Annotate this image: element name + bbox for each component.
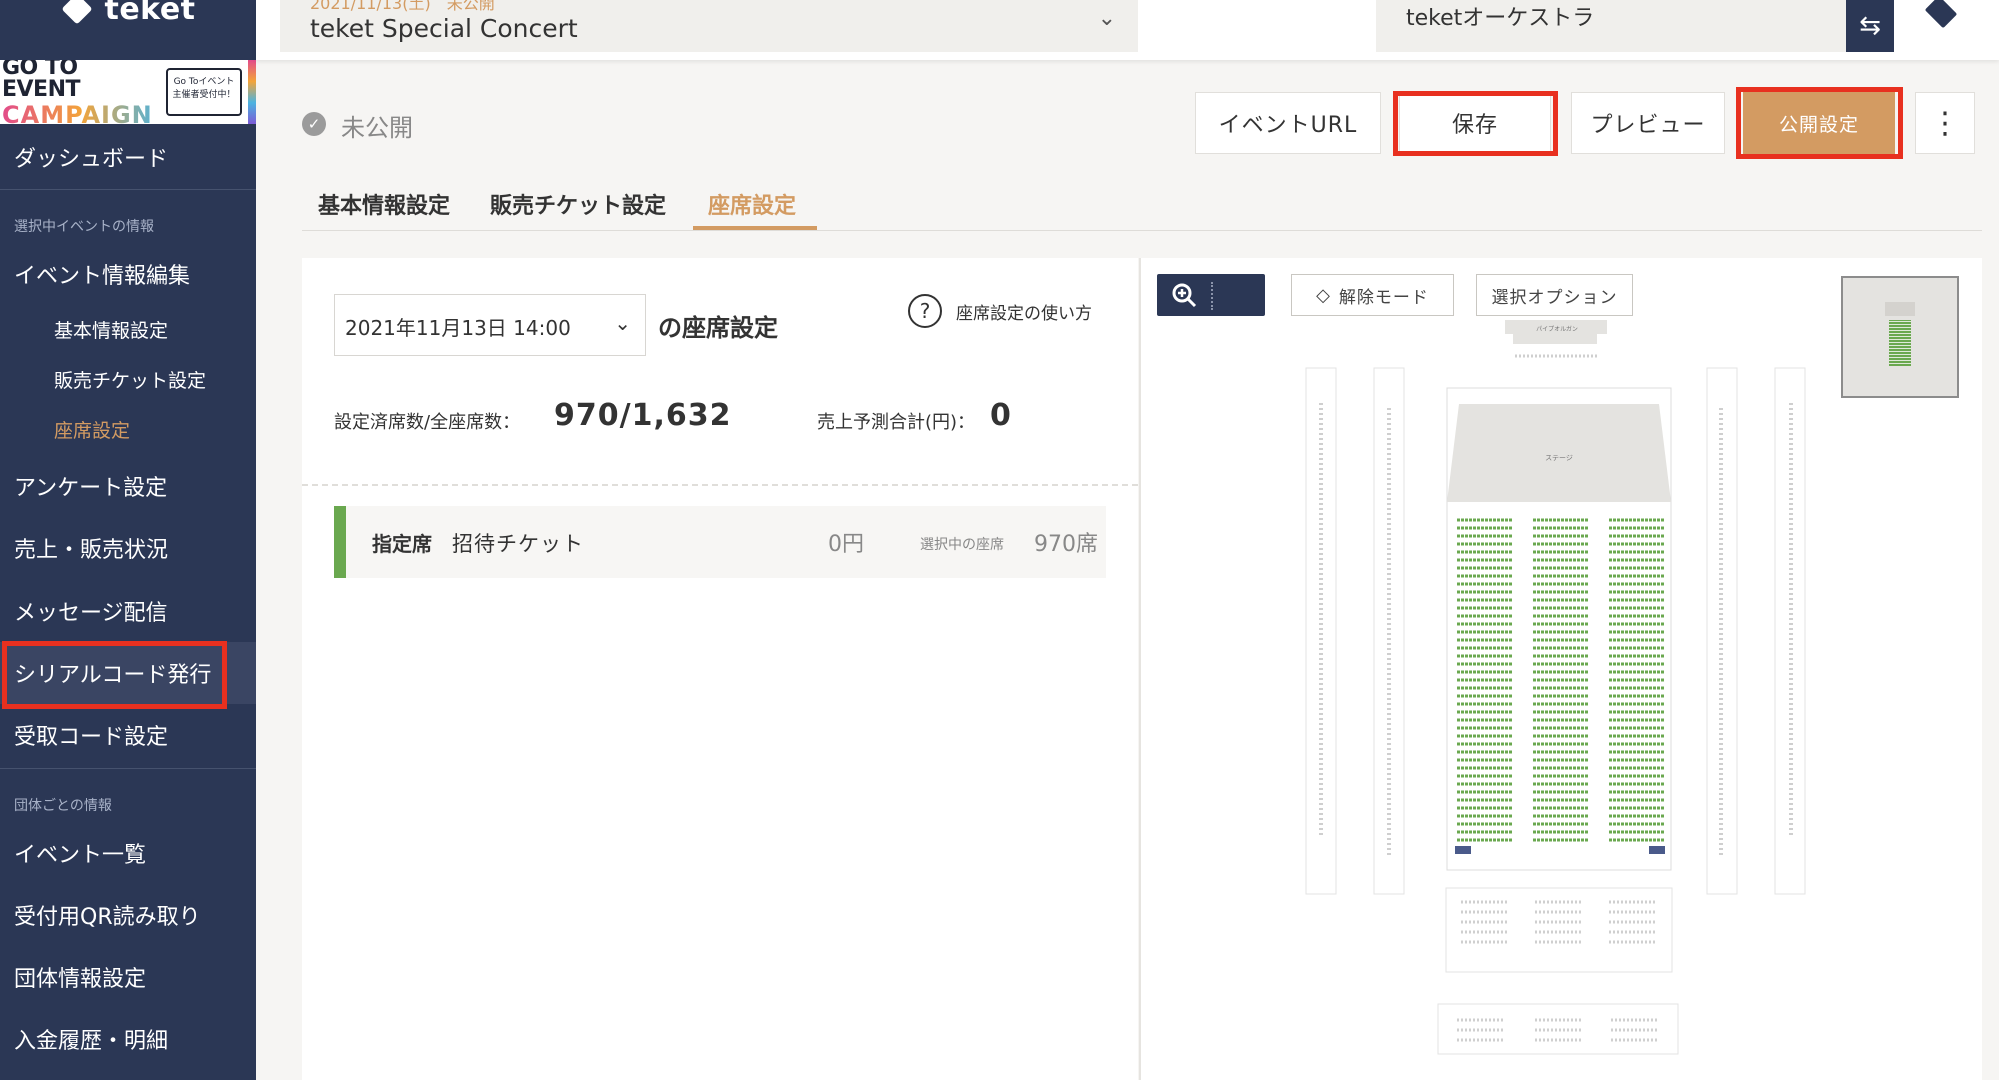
ticket-color-bar xyxy=(334,506,346,578)
banner-badge-line2: 主催者受付中！ xyxy=(172,90,236,100)
seat-map-panel: ◇ 解除モード 選択オプション ステージ パイプオルガン xyxy=(1139,258,1982,1080)
seat-minimap[interactable] xyxy=(1841,276,1959,398)
tab-seat-settings[interactable]: 座席設定 xyxy=(708,188,796,220)
performance-date-select[interactable]: 2021年11月13日 14:00 ⌄ xyxy=(334,294,646,356)
sidebar-section-event: 選択中イベントの情報 xyxy=(14,219,154,235)
event-name: teket Special Concert xyxy=(310,14,578,43)
sidebar-item-org-settings[interactable]: 団体情報設定 xyxy=(0,946,256,1008)
sales-forecast-label: 売上予測合計(円)： xyxy=(817,412,976,433)
ticket-name: 招待チケット xyxy=(452,532,584,556)
seat-count-label: 設定済席数/全座席数： xyxy=(334,412,521,433)
seat-help-link[interactable]: ? 座席設定の使い方 xyxy=(908,294,1092,328)
sales-forecast-value: 0 xyxy=(990,398,1011,433)
swap-arrows-icon: ⇆ xyxy=(1859,11,1881,41)
sidebar-item-message[interactable]: メッセージ配信 xyxy=(0,580,256,642)
sidebar-subitem-ticket[interactable]: 販売チケット設定 xyxy=(0,355,256,403)
save-highlight-box xyxy=(1393,91,1558,156)
balcony-left-inner xyxy=(1373,367,1405,895)
banner-line1: GO TO EVENT xyxy=(2,60,81,102)
balcony-left-outer xyxy=(1305,367,1337,895)
rear-seat-rows xyxy=(1457,900,1659,1042)
check-circle-icon: ✓ xyxy=(302,112,326,136)
preview-button[interactable]: プレビュー xyxy=(1571,92,1725,154)
sidebar-item-sales[interactable]: 売上・販売状況 xyxy=(0,517,256,579)
pipe-organ-base xyxy=(1513,334,1597,344)
accessible-seat-marker xyxy=(1649,846,1665,854)
sidebar-item-qr-reader[interactable]: 受付用QR読み取り xyxy=(0,884,256,946)
balcony-right-outer xyxy=(1774,367,1806,895)
minimap-stage xyxy=(1885,302,1915,316)
sidebar-item-event-edit[interactable]: イベント情報編集 xyxy=(0,243,256,305)
sidebar-subitem-basic[interactable]: 基本情報設定 xyxy=(0,305,256,353)
tab-ticket-settings[interactable]: 販売チケット設定 xyxy=(490,188,666,220)
logo-text: teket xyxy=(104,0,196,27)
sidebar-divider xyxy=(0,768,256,769)
performance-date-value: 2021年11月13日 14:00 xyxy=(345,316,571,340)
ticket-price: 0円 xyxy=(828,532,864,557)
serial-highlight-box xyxy=(2,641,227,709)
sidebar-item-receive-code[interactable]: 受取コード設定 xyxy=(0,704,256,766)
active-tab-indicator xyxy=(693,226,817,230)
logo[interactable]: teket xyxy=(0,0,256,60)
sidebar-divider xyxy=(0,189,256,190)
tab-divider xyxy=(302,230,1982,231)
seat-map[interactable]: ステージ パイプオルガン xyxy=(1141,258,1841,1080)
sidebar-item-event-list[interactable]: イベント一覧 xyxy=(0,822,256,884)
seat-settings-panel: 2021年11月13日 14:00 ⌄ の座席設定 ? 座席設定の使い方 設定済… xyxy=(302,258,1138,1080)
teket-logo-icon xyxy=(60,0,96,28)
event-date: 2021/11/13(土) 未公開 xyxy=(310,0,495,13)
top-bar: 2021/11/13(土) 未公開 teket Special Concert … xyxy=(256,0,1999,60)
seat-count-value: 970/1,632 xyxy=(554,398,732,433)
banner-line2: CAMPAIGN xyxy=(2,103,160,124)
selected-seats-label: 選択中の座席 xyxy=(920,537,1004,553)
banner-stripe xyxy=(248,60,256,124)
publish-highlight-box xyxy=(1736,87,1903,159)
ticket-row[interactable]: 指定席 招待チケット 0円 選択中の座席 970席 xyxy=(334,506,1106,578)
question-circle-icon: ? xyxy=(908,294,942,328)
sidebar-subitem-seat[interactable]: 座席設定 xyxy=(0,405,256,453)
sidebar-item-payment-history[interactable]: 入金履歴・明細 xyxy=(0,1008,256,1070)
ticket-seat-type: 指定席 xyxy=(372,532,432,556)
ticket-icon[interactable] xyxy=(1922,0,1958,30)
stage-label: ステージ xyxy=(1545,454,1573,462)
accessible-seat-marker xyxy=(1455,846,1471,854)
org-selector[interactable]: teketオーケストラ xyxy=(1376,0,1846,52)
chevron-down-icon: ⌄ xyxy=(614,311,631,335)
publish-status: 未公開 xyxy=(341,114,413,142)
sidebar: teket GO TO EVENT CAMPAIGN Go Toイベント 主催者… xyxy=(0,0,256,1080)
chevron-down-icon: ⌄ xyxy=(1097,6,1116,31)
sidebar-item-dashboard[interactable]: ダッシュボード xyxy=(0,126,256,188)
sidebar-section-org: 団体ごとの情報 xyxy=(14,798,112,814)
banner-badge-line1: Go Toイベント xyxy=(173,77,235,87)
goto-event-banner[interactable]: GO TO EVENT CAMPAIGN Go Toイベント 主催者受付中！ xyxy=(0,60,256,124)
seat-help-text: 座席設定の使い方 xyxy=(956,303,1092,324)
minimap-venue xyxy=(1885,302,1915,366)
stage-shape xyxy=(1447,404,1671,502)
banner-badge: Go Toイベント 主催者受付中！ xyxy=(166,68,242,116)
event-url-button[interactable]: イベントURL xyxy=(1195,92,1381,154)
selected-seats-count: 970席 xyxy=(1034,532,1098,557)
seat-settings-title: の座席設定 xyxy=(658,314,778,342)
section-divider xyxy=(302,484,1138,486)
more-options-button[interactable]: ⋮ xyxy=(1915,92,1975,154)
switch-org-button[interactable]: ⇆ xyxy=(1846,0,1894,52)
org-name: teketオーケストラ xyxy=(1406,6,1595,31)
minimap-seats xyxy=(1889,320,1911,366)
pipe-organ-label: パイプオルガン xyxy=(1536,325,1578,333)
balcony-right-inner xyxy=(1706,367,1738,895)
event-selector[interactable]: 2021/11/13(土) 未公開 teket Special Concert … xyxy=(280,0,1138,52)
tab-basic-info[interactable]: 基本情報設定 xyxy=(318,188,450,220)
sidebar-item-survey[interactable]: アンケート設定 xyxy=(0,455,256,517)
